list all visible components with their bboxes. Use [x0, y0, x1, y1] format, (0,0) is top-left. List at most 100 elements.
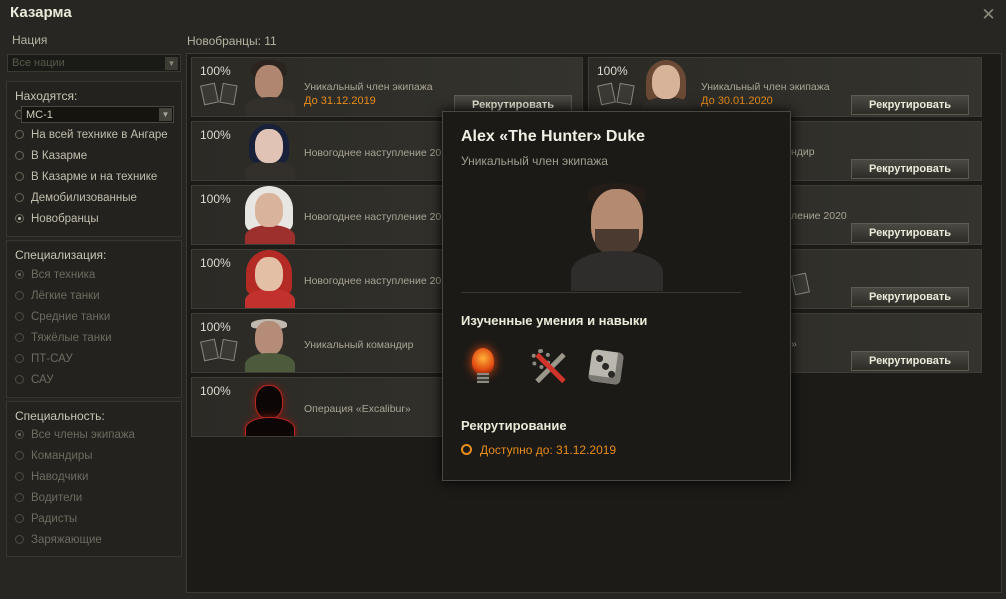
spec-option-label: Вся техника	[31, 269, 96, 281]
recruit-portrait	[242, 250, 298, 308]
recruit-name: Уникальный командир	[304, 339, 414, 351]
recruit-name: Новогоднее наступление 2020	[304, 147, 453, 159]
spec-option-label: ПТ-САУ	[31, 353, 73, 365]
role-option-label: Водители	[31, 492, 83, 504]
role-panel: Специальность: Все члены экипажа Команди…	[6, 401, 182, 557]
recruit-button[interactable]: Рекрутировать	[851, 351, 969, 371]
specialization-header: Специализация:	[15, 248, 107, 262]
documents-icon	[791, 272, 810, 298]
radio-icon	[15, 472, 24, 481]
role-option-all[interactable]: Все члены экипажа	[15, 429, 135, 441]
location-option-recruits[interactable]: Новобранцы	[15, 213, 99, 225]
recruit-name: Уникальный член экипажа	[701, 81, 830, 93]
radio-icon	[15, 514, 24, 523]
location-option-label: На всей технике в Ангаре	[31, 129, 168, 141]
availability-text: Доступно до: 31.12.2019	[461, 443, 616, 457]
role-option-label: Заряжающие	[31, 534, 102, 546]
recruit-card[interactable]: 100% Уникальный член экипажа До 30.01.20…	[588, 57, 982, 117]
recruit-button[interactable]: Рекрутировать	[851, 159, 969, 179]
documents-icon	[597, 82, 637, 108]
tooltip-subtitle: Уникальный член экипажа	[461, 154, 608, 168]
location-option-hangar[interactable]: На всей технике в Ангаре	[15, 129, 168, 141]
role-option-label: Командиры	[31, 450, 93, 462]
role-option-drivers[interactable]: Водители	[15, 492, 82, 504]
spec-option-spg[interactable]: САУ	[15, 374, 54, 386]
recruit-percent: 100%	[200, 64, 231, 78]
spec-option-label: Тяжёлые танки	[31, 332, 112, 344]
nation-dropdown[interactable]: Все нации ▼	[7, 54, 181, 72]
location-option-barracks-and-vehicles[interactable]: В Казарме и на технике	[15, 171, 157, 183]
role-option-loaders[interactable]: Заряжающие	[15, 534, 102, 546]
role-option-radio[interactable]: Радисты	[15, 513, 77, 525]
role-option-commanders[interactable]: Командиры	[15, 450, 93, 462]
recruit-deadline: До 31.12.2019	[304, 95, 376, 107]
recruit-name: ндир	[791, 146, 815, 158]
location-option-label: Демобилизованные	[31, 192, 137, 204]
spec-option-td[interactable]: ПТ-САУ	[15, 353, 73, 365]
radio-icon	[15, 375, 24, 384]
close-icon[interactable]: ✕	[981, 6, 996, 23]
spec-option-all[interactable]: Вся техника	[15, 269, 95, 281]
nation-label: Нация	[12, 33, 48, 47]
tooltip-divider	[461, 292, 741, 293]
radio-icon	[15, 312, 24, 321]
location-panel: Находятся: На всей технике в Ангаре В Ка…	[6, 81, 182, 237]
radio-selected-icon	[15, 430, 24, 439]
recruit-portrait	[242, 122, 298, 180]
location-option-label: Новобранцы	[31, 213, 99, 225]
role-option-label: Все члены экипажа	[31, 429, 135, 441]
role-option-label: Наводчики	[31, 471, 89, 483]
recruit-percent: 100%	[200, 320, 231, 334]
nation-value: Все нации	[12, 57, 65, 69]
recruit-percent: 100%	[200, 192, 231, 206]
spec-option-light[interactable]: Лёгкие танки	[15, 290, 100, 302]
recruit-name: Новогоднее наступление 2020	[304, 275, 453, 287]
tooltip-name: Alex «The Hunter» Duke	[461, 128, 646, 145]
availability-value: Доступно до: 31.12.2019	[480, 443, 617, 457]
recruit-name: Уникальный член экипажа	[304, 81, 433, 93]
radio-icon	[15, 172, 24, 181]
recruit-button[interactable]: Рекрутировать	[851, 223, 969, 243]
recruit-name: ление 2020	[791, 210, 847, 222]
radio-icon	[15, 291, 24, 300]
recruit-name: Новогоднее наступление 2020	[304, 211, 453, 223]
tooltip-portrait	[567, 181, 667, 291]
documents-icon	[200, 338, 240, 364]
spec-option-medium[interactable]: Средние танки	[15, 311, 110, 323]
location-option-label: В Казарме и на технике	[31, 171, 158, 183]
recruits-count: Новобранцы: 11	[187, 34, 277, 48]
spec-option-heavy[interactable]: Тяжёлые танки	[15, 332, 112, 344]
window-title: Казарма	[10, 4, 72, 21]
specialization-panel: Специализация: Вся техника Лёгкие танки …	[6, 240, 182, 398]
spec-option-label: Средние танки	[31, 311, 111, 323]
recruit-card[interactable]: 100% Уникальный член экипажа До 31.12.20…	[191, 57, 583, 117]
location-option-demobilized[interactable]: Демобилизованные	[15, 192, 137, 204]
recruit-portrait	[242, 186, 298, 244]
recruit-button[interactable]: Рекрутировать	[851, 95, 969, 115]
radio-icon	[15, 451, 24, 460]
repair-tools-icon	[527, 345, 573, 391]
recruit-percent: 100%	[200, 256, 231, 270]
location-option-barracks[interactable]: В Казарме	[15, 150, 87, 162]
radio-icon	[15, 354, 24, 363]
radio-icon	[15, 493, 24, 502]
lightbulb-icon	[461, 345, 507, 391]
dice-icon	[583, 345, 629, 391]
role-option-gunners[interactable]: Наводчики	[15, 471, 88, 483]
silhouette-portrait	[242, 378, 298, 436]
role-header: Специальность:	[15, 409, 105, 423]
recruit-percent: 100%	[200, 384, 231, 398]
recruit-button[interactable]: Рекрутировать	[851, 287, 969, 307]
vehicle-dropdown[interactable]: МС-1 ▼	[21, 106, 174, 123]
location-option-label: В Казарме	[31, 150, 88, 162]
radio-selected-icon	[15, 214, 24, 223]
recruit-name: »	[791, 338, 797, 350]
recruit-portrait	[639, 58, 695, 116]
recruit-name: Операция «Excalibur»	[304, 403, 411, 415]
radio-icon	[15, 333, 24, 342]
recruit-deadline: До 30.01.2020	[701, 95, 773, 107]
radio-selected-icon	[15, 270, 24, 279]
documents-icon	[200, 82, 240, 108]
chevron-down-icon: ▼	[165, 57, 178, 70]
recruit-percent: 100%	[200, 128, 231, 142]
